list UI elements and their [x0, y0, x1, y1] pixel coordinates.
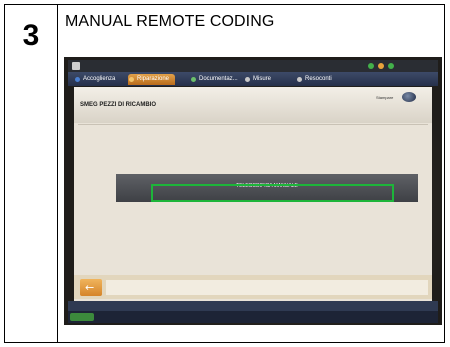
instruction-table: 3 MANUAL REMOTE CODING Accoglienza Ripar…	[4, 4, 445, 343]
tab-wrench-icon	[129, 77, 134, 82]
tab-documentazione[interactable]: Documentaz...	[190, 74, 238, 85]
content-header: SMEG PEZZI DI RICAMBIO Stampare	[74, 87, 432, 123]
status-green-icon-2	[388, 63, 394, 69]
tab-label: Riparazione	[137, 76, 170, 82]
step-number: 3	[22, 19, 40, 52]
section-title: SMEG PEZZI DI RICAMBIO	[80, 102, 157, 108]
tab-label: Resoconti	[305, 76, 332, 82]
status-green-icon	[368, 63, 374, 69]
tab-document-icon	[191, 77, 196, 82]
window-titlebar	[68, 60, 438, 72]
tab-home-icon	[75, 77, 80, 82]
start-button[interactable]	[70, 313, 94, 321]
status-orange-icon	[378, 63, 384, 69]
print-label: Stampare	[376, 95, 394, 100]
tab-resoconti[interactable]: Resoconti	[296, 74, 332, 85]
tab-misure[interactable]: Misure	[244, 74, 271, 85]
tab-label: Accoglienza	[83, 76, 116, 82]
app-logo-icon	[72, 62, 80, 70]
status-bar	[68, 301, 438, 311]
tab-bar: Accoglienza Riparazione Documentaz... Mi…	[68, 72, 438, 86]
print-icon[interactable]	[402, 92, 416, 102]
tab-label: Documentaz...	[199, 76, 238, 82]
header-divider	[78, 124, 428, 125]
tab-report-icon	[297, 77, 302, 82]
screen-photo: Accoglienza Riparazione Documentaz... Mi…	[64, 57, 442, 325]
tab-label: Misure	[253, 76, 272, 82]
tab-gauge-icon	[245, 77, 250, 82]
tab-riparazione[interactable]: Riparazione	[128, 74, 176, 85]
taskbar	[68, 311, 438, 323]
column-divider	[57, 5, 58, 342]
highlight-box	[151, 184, 394, 202]
tab-accoglienza[interactable]: Accoglienza	[74, 74, 115, 85]
bottom-field	[106, 280, 428, 295]
back-button[interactable]: ←	[80, 279, 102, 296]
arrow-left-icon: ←	[85, 281, 95, 294]
step-title: MANUAL REMOTE CODING	[65, 13, 275, 30]
